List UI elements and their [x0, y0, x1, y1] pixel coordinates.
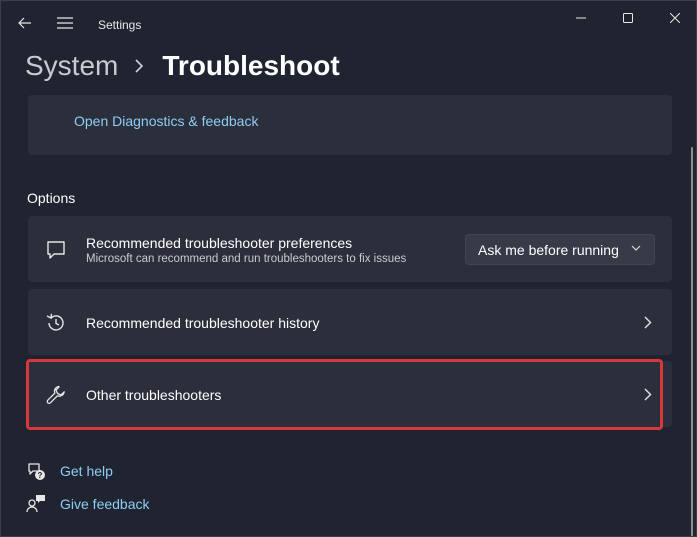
settings-window: Settings System Troubleshoot Open Diagno… — [0, 0, 697, 537]
open-diagnostics-link[interactable]: Open Diagnostics & feedback — [74, 113, 258, 129]
options-section-label: Options — [27, 190, 76, 206]
dropdown-selected-value: Ask me before running — [478, 241, 619, 258]
preferences-subtitle: Microsoft can recommend and run troubles… — [86, 253, 407, 265]
minimize-icon — [576, 17, 586, 19]
maximize-icon — [623, 13, 633, 23]
get-help-icon: ? — [25, 460, 47, 482]
diagnostics-card: Open Diagnostics & feedback — [28, 95, 672, 155]
get-help-item[interactable]: ? Get help — [25, 460, 113, 482]
history-icon — [45, 312, 67, 334]
chevron-down-icon — [631, 245, 641, 251]
other-troubleshooters-row[interactable]: Other troubleshooters — [28, 361, 672, 427]
preferences-title: Recommended troubleshooter preferences — [86, 235, 353, 251]
other-troubleshooters-title: Other troubleshooters — [86, 387, 222, 403]
app-title: Settings — [98, 18, 142, 32]
minimize-button[interactable] — [558, 3, 604, 33]
get-help-link[interactable]: Get help — [60, 463, 113, 479]
navigation-menu-button[interactable] — [51, 9, 79, 37]
feedback-icon — [25, 493, 47, 515]
history-title: Recommended troubleshooter history — [86, 315, 320, 331]
title-bar: Settings — [1, 1, 696, 49]
breadcrumb-system[interactable]: System — [25, 50, 118, 82]
scrollbar[interactable] — [691, 147, 693, 536]
preferences-dropdown[interactable]: Ask me before running — [465, 234, 655, 265]
page-title: Troubleshoot — [162, 50, 340, 81]
wrench-icon — [45, 384, 67, 406]
back-button[interactable] — [11, 9, 39, 37]
chevron-right-icon — [641, 314, 655, 330]
svg-text:?: ? — [38, 471, 43, 480]
maximize-button[interactable] — [605, 3, 651, 33]
close-button[interactable] — [652, 3, 696, 33]
back-arrow-icon — [18, 17, 31, 29]
close-icon — [670, 13, 680, 23]
give-feedback-link[interactable]: Give feedback — [60, 496, 150, 512]
troubleshooter-history-row[interactable]: Recommended troubleshooter history — [28, 289, 672, 355]
chevron-right-icon — [641, 386, 655, 402]
give-feedback-item[interactable]: Give feedback — [25, 493, 150, 515]
breadcrumb-separator-icon — [134, 58, 144, 74]
troubleshooter-preferences-row: Recommended troubleshooter preferences M… — [28, 216, 672, 282]
breadcrumb: System Troubleshoot — [25, 48, 340, 84]
hamburger-icon — [57, 17, 73, 29]
chat-bubble-icon — [45, 239, 67, 261]
